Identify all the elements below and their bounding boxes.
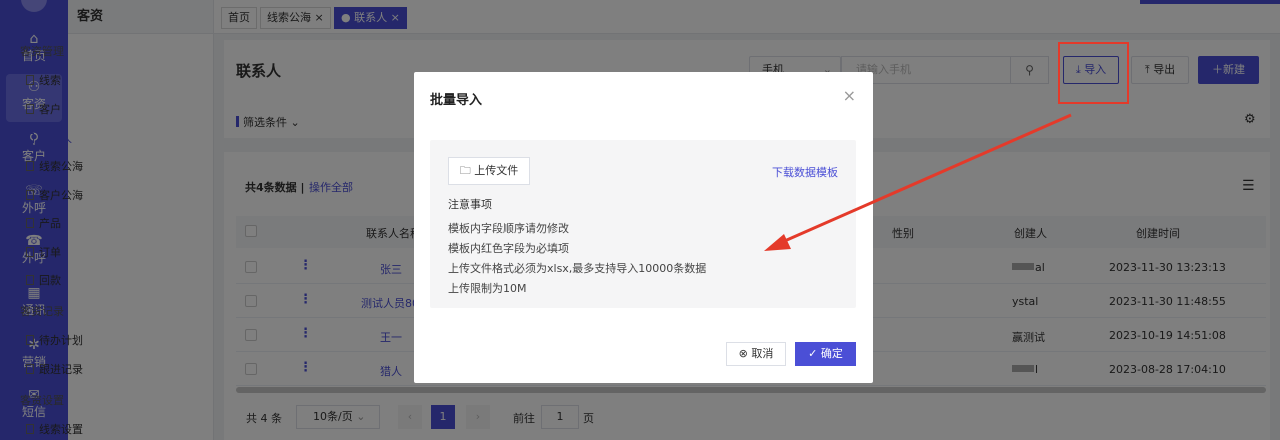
arrow-line — [779, 113, 1072, 245]
arrow-head — [764, 234, 791, 251]
annotation-arrow — [764, 113, 1072, 251]
